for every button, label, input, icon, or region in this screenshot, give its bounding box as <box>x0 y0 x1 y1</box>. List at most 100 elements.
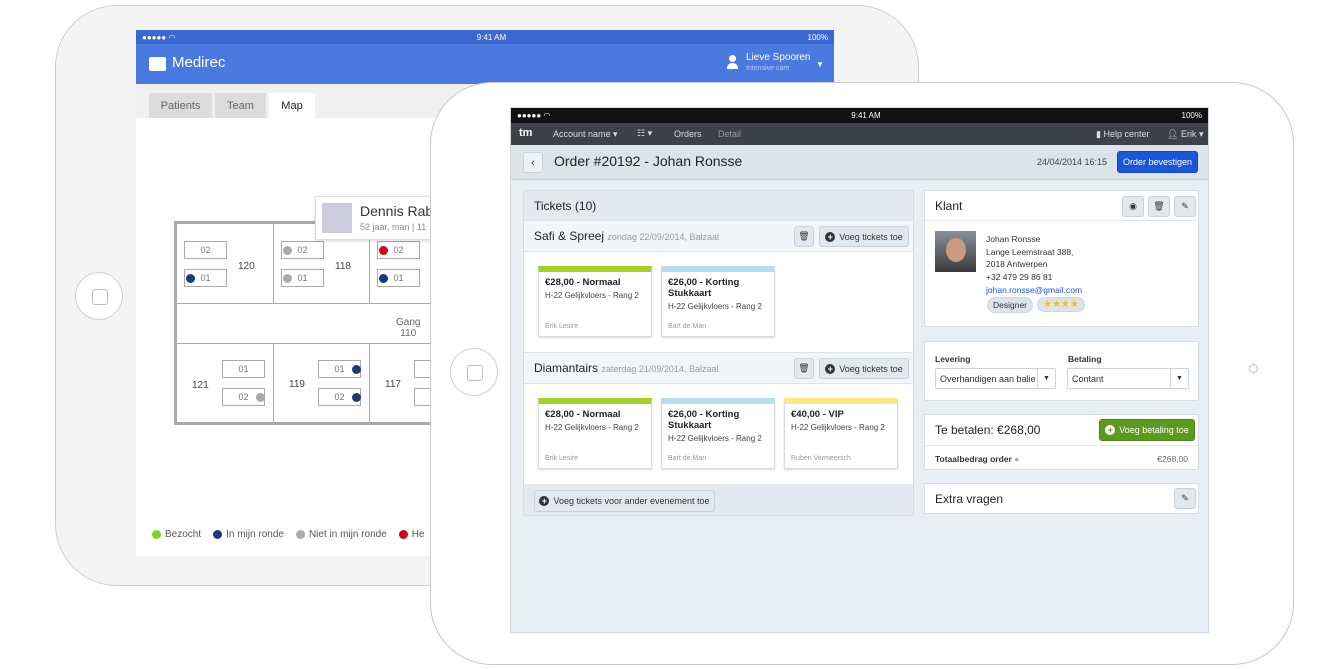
pencil-icon: ✎ <box>1181 201 1189 211</box>
event-row: Diamantairs zaterdag 21/09/2014, Balzaal… <box>524 352 913 384</box>
legend-label: In mijn ronde <box>226 529 284 540</box>
customer-title: Klant <box>935 199 963 213</box>
payment-method-select[interactable]: Contant ▼ <box>1067 368 1189 389</box>
customer-email[interactable]: johan.ronsse@gmail.com <box>986 284 1082 297</box>
signal-icon: ●●●●● ︎◠ <box>142 32 176 42</box>
add-tickets-label: Voeg tickets toe <box>839 231 903 242</box>
pencil-icon: ✎ <box>1181 493 1189 503</box>
account-menu[interactable]: Account name ▾ <box>553 129 618 140</box>
ticket-holder: Bart de Man <box>668 323 707 330</box>
apps-menu[interactable]: ☷ ▾ <box>637 128 652 139</box>
ticket-cards: €28,00 - Normaal H-22 Gelijkvloers - Rang… <box>524 384 913 484</box>
add-other-label: Voeg tickets voor ander evenement toe <box>553 496 710 506</box>
delete-event-button[interactable]: 🗑︎ <box>794 358 814 379</box>
info-icon[interactable]: ● <box>1014 454 1019 464</box>
legend-label: Bezocht <box>165 529 202 540</box>
room-label: 119 <box>289 379 305 390</box>
plus-circle-icon: + <box>1105 425 1116 435</box>
legend-dot <box>398 530 408 539</box>
customer-details: Johan Ronsse Lange Leemstraat 388, 2018 … <box>986 233 1082 297</box>
corridor-number: 110 <box>400 328 417 339</box>
chevron-down-icon[interactable]: ▼ <box>816 60 824 69</box>
ticket-card[interactable]: €28,00 - Normaal H-22 Gelijkvloers - Rang… <box>538 398 652 469</box>
breadcrumb-orders[interactable]: Orders <box>674 129 702 139</box>
plus-circle-icon: + <box>539 496 550 506</box>
delete-customer-button[interactable]: 🗑︎ <box>1148 196 1170 217</box>
amount-due: Te betalen: €268,00 <box>935 423 1041 437</box>
legend-dot <box>213 530 223 539</box>
payment-method-label: Betaling <box>1068 354 1102 364</box>
add-other-event-button[interactable]: + Voeg tickets voor ander evenement toe <box>534 490 715 512</box>
tab-team[interactable]: Team <box>215 93 266 118</box>
bed[interactable]: 01 <box>222 360 265 378</box>
total-label-row: Totaalbedrag order ● <box>935 454 1019 464</box>
help-label: Help center <box>1103 129 1150 139</box>
customer-name: Johan Ronsse <box>986 234 1041 244</box>
event-row: Safi & Spreej zondag 22/09/2014, Balzaal… <box>524 220 913 252</box>
delete-event-button[interactable]: 🗑︎ <box>794 226 814 247</box>
user-role: Intensive care <box>746 65 790 72</box>
chevron-down-icon: ▼ <box>1170 369 1188 388</box>
event-name: Diamantairs <box>534 361 599 375</box>
camera <box>1249 364 1258 373</box>
corridor-label: Gang 110 <box>396 317 420 339</box>
add-tickets-label: Voeg tickets toe <box>839 363 903 374</box>
status-bar: ●●●●● ︎◠ 9:41 AM 100% <box>136 30 834 44</box>
logo[interactable]: tm <box>519 127 532 139</box>
folder-heart-icon <box>149 57 166 71</box>
order-date: 24/04/2014 16:15 <box>1037 157 1108 167</box>
ticket-card[interactable]: €26,00 - Korting Stukkaart H-22 Gelijkvlo… <box>661 398 775 469</box>
legend-item: In mijn ronde <box>213 529 284 540</box>
ticket-title: €28,00 - Normaal <box>545 277 621 288</box>
app-title: Medirec <box>172 54 226 71</box>
top-nav: tm Account name ▾ ☷ ▾ Orders Detail ▮ He… <box>511 123 1208 145</box>
ticket-card[interactable]: €28,00 - Normaal H-22 Gelijkvloers - Rang… <box>538 266 652 337</box>
delivery-select[interactable]: Overhandigen aan balie ▼ <box>935 368 1056 389</box>
patient-age: 52 jaar, man <box>360 222 410 232</box>
trash-icon: 🗑︎ <box>1153 201 1165 211</box>
battery: 100% <box>807 32 828 42</box>
plus-circle-icon: + <box>825 363 836 374</box>
customer-phone: +32 479 29 86 81 <box>986 272 1053 283</box>
add-tickets-button[interactable]: + Voeg tickets toe <box>819 226 909 247</box>
ticket-seat: H-22 Gelijkvloers - Rang 2 <box>545 423 639 432</box>
page-header: ‹ Order #20192 - Johan Ronsse 24/04/2014… <box>511 145 1208 180</box>
ticket-card[interactable]: €40,00 - VIP H-22 Gelijkvloers - Rang 2 Ru… <box>784 398 898 469</box>
legend-dot <box>295 530 305 539</box>
status-dot <box>379 274 388 283</box>
status-dot <box>379 246 388 255</box>
home-button <box>450 348 498 396</box>
ticket-title: €40,00 - VIP <box>791 409 844 420</box>
account-name: Account name <box>553 129 611 139</box>
tab-patients[interactable]: Patients <box>149 93 212 118</box>
confirm-order-button[interactable]: Order bevestigen <box>1117 151 1198 173</box>
bed[interactable]: 02 <box>184 241 227 259</box>
add-tickets-button[interactable]: + Voeg tickets toe <box>819 358 909 379</box>
add-payment-button[interactable]: + Voeg betaling toe <box>1099 419 1195 441</box>
legend-label: Niet in mijn ronde <box>308 529 387 540</box>
legend: Bezocht In mijn ronde Niet in mijn ronde He <box>152 529 425 540</box>
status-time: 9:41 AM <box>851 111 881 120</box>
delivery-value: Overhandigen aan balie <box>940 373 1036 384</box>
delivery-panel: Levering Overhandigen aan balie ▼ Betalin… <box>924 341 1199 401</box>
edit-extra-button[interactable]: ✎ <box>1174 488 1196 509</box>
edit-customer-button[interactable]: ✎ <box>1174 196 1196 217</box>
back-button[interactable]: ‹ <box>523 152 543 173</box>
tickets-title: Tickets (10) <box>534 199 597 213</box>
eye-icon: ◉ <box>1129 201 1137 211</box>
status-dot <box>283 274 292 283</box>
ticket-holder: Bart de Man <box>668 455 707 462</box>
ticket-card[interactable]: €26,00 - Korting Stukkaart H-22 Gelijkvlo… <box>661 266 775 337</box>
ticket-seat: H-22 Gelijkvloers - Rang 2 <box>791 423 885 432</box>
event-date: zaterdag 21/09/2014, Balzaal <box>601 364 719 374</box>
user-name[interactable]: Lieve Spooren <box>746 52 811 63</box>
total-amount: €268,00 <box>1157 454 1188 464</box>
help-center-link[interactable]: ▮ Help center <box>1096 129 1149 140</box>
chevron-down-icon: ▼ <box>1037 369 1055 388</box>
tab-map[interactable]: Map <box>269 93 315 118</box>
room-label: 117 <box>385 379 401 390</box>
user-menu[interactable]: 👤︎ Erik ▾ <box>1167 129 1203 140</box>
home-button <box>75 272 123 320</box>
payment-panel: Te betalen: €268,00 + Voeg betaling toe T… <box>924 414 1199 470</box>
view-customer-button[interactable]: ◉ <box>1122 196 1144 217</box>
